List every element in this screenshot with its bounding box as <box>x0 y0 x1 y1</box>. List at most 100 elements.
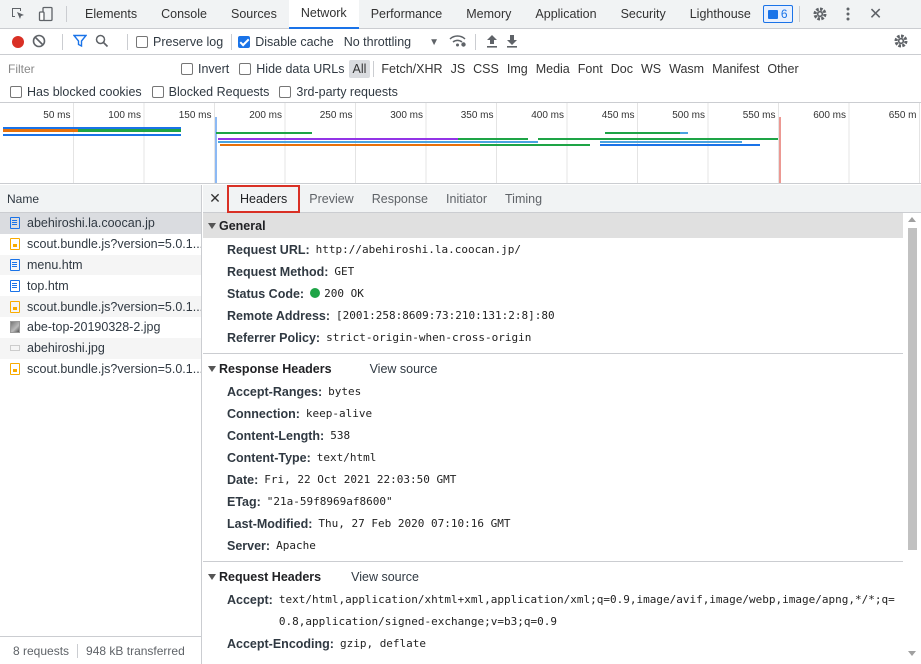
transferred-size: 948 kB transferred <box>86 643 185 658</box>
checkbox-box[interactable] <box>238 36 251 48</box>
request-row[interactable]: abe-top-20190328-2.jpg <box>0 317 201 338</box>
type-filter-media[interactable]: Media <box>532 60 574 78</box>
header-name: Connection: <box>227 407 300 421</box>
response-view-source-link[interactable]: View source <box>370 362 438 376</box>
expand-triangle-icon <box>208 365 216 372</box>
network-overview-timeline[interactable]: 50 ms 100 ms 150 ms 200 ms 250 ms 300 ms 350 m… <box>0 103 921 184</box>
network-conditions-icon[interactable] <box>449 34 467 51</box>
header-value: 200 OK <box>310 283 364 305</box>
request-headers-title: Request Headers <box>219 569 322 584</box>
detail-scrollbar[interactable] <box>907 214 918 659</box>
tick-label: 650 m <box>889 110 917 121</box>
checkbox-box[interactable] <box>136 36 148 48</box>
hide-data-urls-checkbox[interactable]: Hide data URLs <box>239 62 345 76</box>
type-filter-other[interactable]: Other <box>763 60 802 78</box>
blocked-requests-checkbox[interactable]: Blocked Requests <box>151 85 269 99</box>
clear-icon[interactable] <box>32 34 46 51</box>
detail-tab-headers[interactable]: Headers <box>227 184 301 213</box>
import-har-icon[interactable] <box>486 34 498 51</box>
request-row[interactable]: scout.bundle.js?version=5.0.1... <box>0 359 201 380</box>
general-section-header[interactable]: General <box>203 213 903 238</box>
checkbox-box[interactable] <box>279 85 292 98</box>
settings-gear-icon[interactable] <box>806 0 834 28</box>
devtools-tabbar: Elements Console Sources Network Performance… <box>0 0 921 29</box>
type-filter-ws[interactable]: WS <box>637 60 665 78</box>
tab-lighthouse[interactable]: Lighthouse <box>678 0 763 29</box>
type-filter-font[interactable]: Font <box>574 60 607 78</box>
scrollbar-thumb[interactable] <box>908 228 917 550</box>
header-row: Date: Fri, 22 Oct 2021 22:03:50 GMT <box>203 469 903 491</box>
search-icon[interactable] <box>95 34 109 51</box>
issues-badge[interactable]: 6 <box>762 5 793 23</box>
close-detail-icon[interactable]: ✕ <box>203 190 227 207</box>
checkbox-box[interactable] <box>151 85 164 98</box>
more-options-icon[interactable] <box>834 0 862 28</box>
tab-memory[interactable]: Memory <box>454 0 523 29</box>
header-row: Content-Type: text/html <box>203 447 903 469</box>
checkbox-box[interactable] <box>10 85 22 98</box>
type-filter-css[interactable]: CSS <box>469 60 503 78</box>
tab-elements[interactable]: Elements <box>73 0 149 29</box>
disable-cache-checkbox[interactable]: Disable cache <box>238 35 334 49</box>
filter-input[interactable] <box>4 58 169 79</box>
type-filter-doc[interactable]: Doc <box>607 60 637 78</box>
request-row[interactable]: scout.bundle.js?version=5.0.1... <box>0 234 201 255</box>
header-row: Accept-Ranges: bytes <box>203 381 903 403</box>
invert-checkbox[interactable]: Invert <box>181 62 229 76</box>
name-column-header[interactable]: Name <box>0 185 201 213</box>
type-filter-fetch-xhr[interactable]: Fetch/XHR <box>377 60 446 78</box>
preserve-log-label: Preserve log <box>153 35 224 49</box>
request-name: scout.bundle.js?version=5.0.1... <box>27 361 201 376</box>
type-filter-all[interactable]: All <box>348 59 371 78</box>
detail-tab-preview[interactable]: Preview <box>300 185 362 213</box>
scroll-up-icon[interactable] <box>908 217 916 222</box>
request-headers-section-header[interactable]: Request Headers View source <box>203 564 903 589</box>
header-value-text: Thu, 27 Feb 2020 07:10:16 GMT <box>318 517 511 530</box>
type-filter-wasm[interactable]: Wasm <box>665 60 708 78</box>
checkbox-box[interactable] <box>181 62 193 75</box>
device-toolbar-icon[interactable] <box>32 0 60 28</box>
type-filter-js[interactable]: JS <box>447 60 470 78</box>
tab-performance[interactable]: Performance <box>359 0 455 29</box>
tab-sources[interactable]: Sources <box>219 0 289 29</box>
document-file-icon <box>10 217 20 230</box>
tab-network[interactable]: Network <box>288 0 359 29</box>
filter-icon[interactable] <box>72 34 88 51</box>
has-blocked-cookies-checkbox[interactable]: Has blocked cookies <box>10 85 142 99</box>
general-title: General <box>219 218 266 233</box>
tab-console[interactable]: Console <box>149 0 219 29</box>
waterfall-bar <box>458 138 528 140</box>
header-value: [2001:258:8609:73:210:131:2:8]:80 <box>336 305 555 327</box>
preserve-log-checkbox[interactable]: Preserve log <box>136 35 223 49</box>
detail-tab-response[interactable]: Response <box>363 185 437 213</box>
detail-tab-timing[interactable]: Timing <box>496 185 551 213</box>
tab-security[interactable]: Security <box>609 0 678 29</box>
request-name: scout.bundle.js?version=5.0.1... <box>27 299 201 314</box>
request-row[interactable]: top.htm <box>0 275 201 296</box>
throttling-select[interactable]: No throttling ▼ <box>344 35 439 49</box>
request-row[interactable]: abehiroshi.la.coocan.jp <box>0 213 201 234</box>
scroll-down-icon[interactable] <box>908 651 916 656</box>
detail-tab-initiator[interactable]: Initiator <box>437 185 496 213</box>
network-settings-gear-icon[interactable] <box>893 33 909 52</box>
record-icon[interactable] <box>12 36 24 48</box>
response-headers-section-header[interactable]: Response Headers View source <box>203 356 903 381</box>
request-row[interactable]: abehiroshi.jpg <box>0 337 201 359</box>
request-name: scout.bundle.js?version=5.0.1... <box>27 237 201 252</box>
request-row[interactable]: menu.htm <box>0 254 201 276</box>
export-har-icon[interactable] <box>506 34 518 51</box>
header-value: "21a-59f8969af8600" <box>267 491 393 513</box>
checkbox-box[interactable] <box>239 62 252 75</box>
separator <box>231 34 233 50</box>
type-filter-manifest[interactable]: Manifest <box>708 60 763 78</box>
close-devtools-icon[interactable]: ✕ <box>862 0 890 28</box>
header-value: text/html <box>317 447 377 469</box>
image-thumbnail-icon <box>10 321 20 334</box>
third-party-requests-checkbox[interactable]: 3rd-party requests <box>279 85 398 99</box>
request-row[interactable]: scout.bundle.js?version=5.0.1... <box>0 296 201 317</box>
inspect-element-icon[interactable] <box>4 0 32 28</box>
type-filter-img[interactable]: Img <box>503 60 532 78</box>
expand-triangle-icon <box>208 222 216 229</box>
tab-application[interactable]: Application <box>523 0 608 29</box>
request-view-source-link[interactable]: View source <box>351 570 419 584</box>
